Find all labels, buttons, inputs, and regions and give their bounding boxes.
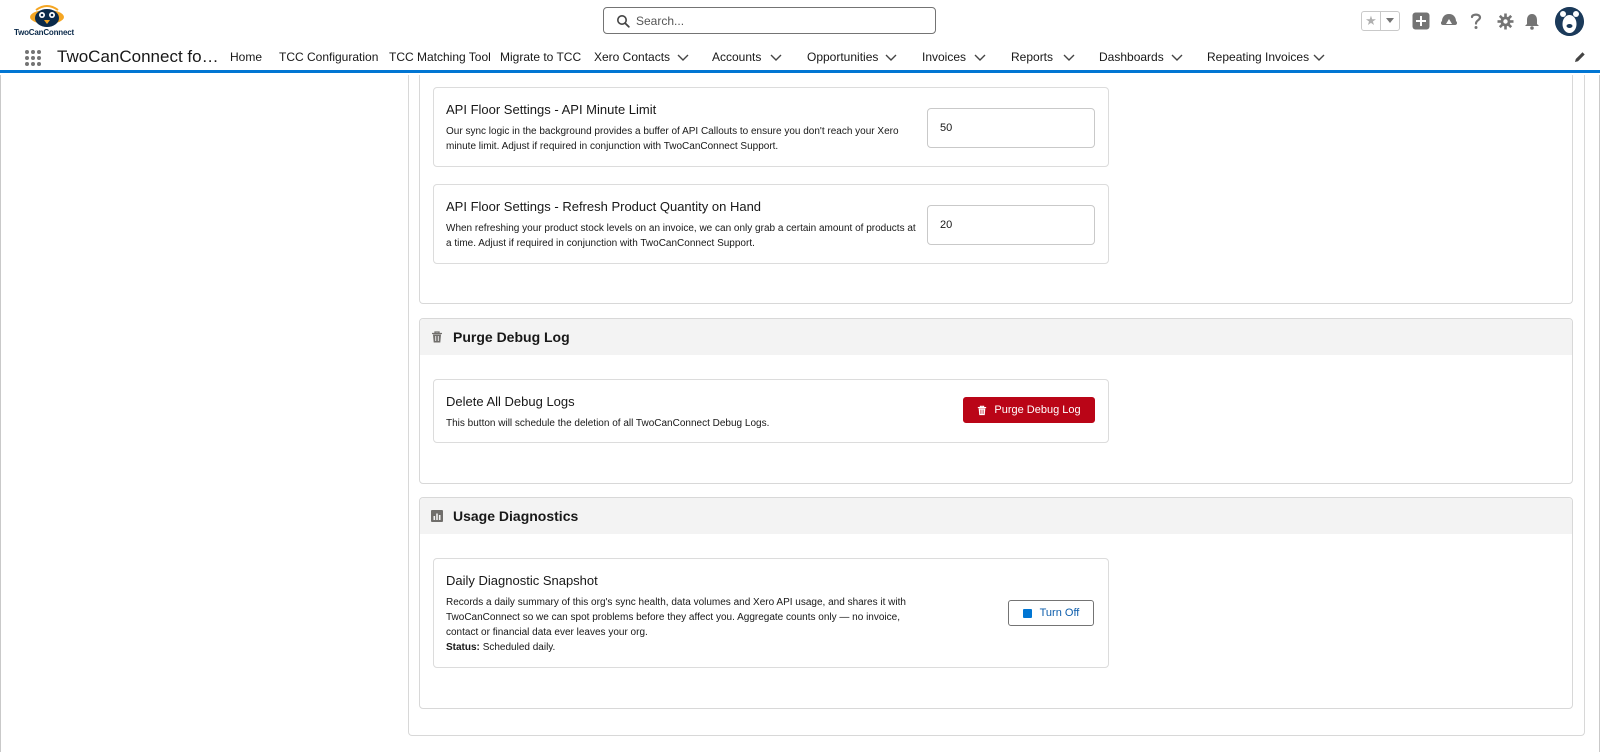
nav-item-accounts[interactable]: Accounts — [712, 50, 761, 64]
daily-diagnostic-snapshot-description: Records a daily summary of this org's sy… — [446, 595, 918, 655]
trash-icon — [978, 405, 987, 415]
nav-item-migrate-to-tcc[interactable]: Migrate to TCC — [500, 50, 581, 64]
trailhead-icon — [1440, 14, 1458, 25]
purge-section-title: Purge Debug Log — [453, 329, 570, 345]
nav-item-repeating-invoices[interactable]: Repeating Invoices — [1207, 50, 1309, 64]
favorites-group: ★ — [1361, 11, 1400, 31]
app-launcher-icon[interactable] — [24, 49, 42, 67]
gear-icon — [1497, 13, 1513, 29]
nav-item-xero-contacts[interactable]: Xero Contacts — [594, 50, 670, 64]
nav-item-invoices[interactable]: Invoices — [922, 50, 966, 64]
user-avatar[interactable] — [1555, 7, 1584, 36]
chart-icon — [431, 510, 443, 522]
refresh-qoh-input[interactable] — [927, 205, 1095, 245]
api-minute-limit-description: Our sync logic in the background provide… — [446, 126, 899, 152]
refresh-qoh-card: API Floor Settings - Refresh Product Qua… — [433, 184, 1109, 264]
setup-button[interactable] — [1495, 11, 1515, 31]
trash-icon — [432, 331, 442, 343]
daily-diagnostic-snapshot-card: Daily Diagnostic Snapshot Records a dail… — [433, 558, 1109, 668]
reports-menu-chevron-icon[interactable] — [1062, 50, 1076, 64]
usage-section-header: Usage Diagnostics — [420, 498, 1572, 534]
status-label: Status: — [446, 642, 480, 653]
turn-off-button-label: Turn Off — [1039, 607, 1080, 619]
nav-item-tcc-configuration[interactable]: TCC Configuration — [279, 50, 378, 64]
trailhead-button[interactable] — [1439, 11, 1459, 31]
refresh-qoh-description: When refreshing your product stock level… — [446, 223, 916, 249]
status-value: Scheduled daily. — [482, 642, 556, 653]
global-search[interactable] — [603, 7, 936, 34]
api-minute-limit-input[interactable] — [927, 108, 1095, 148]
delete-debug-logs-description: This button will schedule the deletion o… — [446, 418, 770, 429]
opportunities-menu-chevron-icon[interactable] — [884, 50, 898, 64]
api-minute-limit-card: API Floor Settings - API Minute Limit Ou… — [433, 87, 1109, 167]
xero-contacts-menu-chevron-icon[interactable] — [676, 50, 690, 64]
dashboards-menu-chevron-icon[interactable] — [1170, 50, 1184, 64]
refresh-qoh-title: API Floor Settings - Refresh Product Qua… — [446, 199, 762, 214]
search-input[interactable] — [636, 11, 926, 31]
nav-item-home[interactable]: Home — [230, 50, 262, 64]
edit-nav-pencil-icon[interactable] — [1573, 50, 1587, 64]
api-minute-limit-title: API Floor Settings - API Minute Limit — [446, 102, 657, 117]
help-icon — [1470, 13, 1482, 29]
snapshot-description-text: Records a daily summary of this org's sy… — [446, 597, 906, 638]
global-header: TwoCanConnect ★ — [0, 0, 1600, 42]
app-nav-bar: TwoCanConnect fo… Home TCC Configuration… — [0, 42, 1600, 73]
daily-diagnostic-snapshot-title: Daily Diagnostic Snapshot — [446, 573, 598, 588]
search-icon — [617, 15, 630, 28]
app-name: TwoCanConnect fo… — [57, 47, 219, 66]
favorites-menu-button[interactable] — [1381, 12, 1399, 30]
delete-debug-logs-title: Delete All Debug Logs — [446, 394, 575, 409]
add-icon — [1412, 12, 1430, 30]
purge-section-header: Purge Debug Log — [420, 319, 1572, 355]
bell-icon — [1525, 13, 1539, 30]
accounts-menu-chevron-icon[interactable] — [769, 50, 783, 64]
notifications-button[interactable] — [1522, 11, 1542, 31]
logo-text: TwoCanConnect — [14, 28, 74, 37]
turn-off-button[interactable]: Turn Off — [1008, 600, 1094, 626]
usage-section-title: Usage Diagnostics — [453, 508, 579, 524]
purge-debug-log-button-label: Purge Debug Log — [994, 404, 1081, 416]
favorite-star-icon[interactable]: ★ — [1362, 12, 1381, 30]
repeating-invoices-menu-chevron-icon[interactable] — [1312, 50, 1326, 64]
purge-debug-log-button[interactable]: Purge Debug Log — [963, 397, 1095, 423]
nav-item-tcc-matching-tool[interactable]: TCC Matching Tool — [389, 50, 491, 64]
nav-item-opportunities[interactable]: Opportunities — [807, 50, 878, 64]
stop-icon — [1022, 608, 1032, 618]
global-actions-button[interactable] — [1411, 11, 1431, 31]
help-button[interactable] — [1466, 11, 1486, 31]
delete-debug-logs-card: Delete All Debug Logs This button will s… — [433, 379, 1109, 443]
nav-item-dashboards[interactable]: Dashboards — [1099, 50, 1164, 64]
page-border-left — [0, 75, 1, 752]
invoices-menu-chevron-icon[interactable] — [973, 50, 987, 64]
nav-item-reports[interactable]: Reports — [1011, 50, 1053, 64]
avatar-image-icon — [1555, 7, 1584, 36]
caret-down-icon — [1386, 18, 1394, 23]
